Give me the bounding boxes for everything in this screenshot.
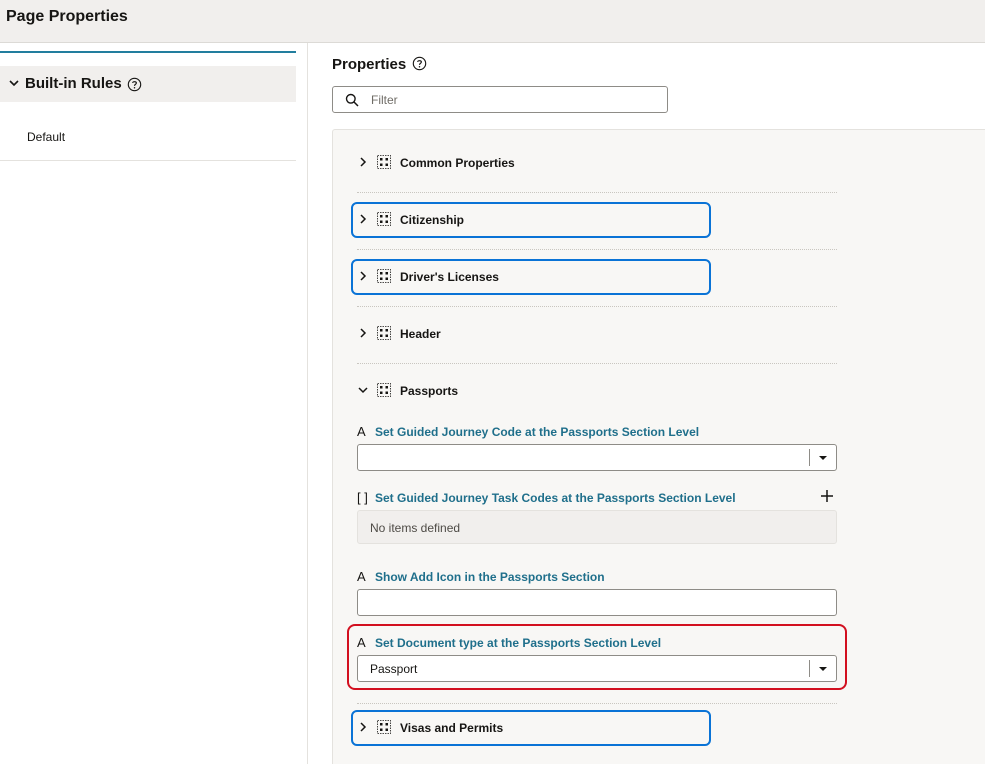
section-visas-and-permits[interactable]: Visas and Permits [357, 713, 837, 743]
properties-list: Common Properties Citizenship Driver's L… [332, 129, 985, 764]
section-drivers-licenses[interactable]: Driver's Licenses [357, 262, 837, 292]
section-label: Common Properties [400, 156, 515, 170]
text-icon: A [357, 569, 366, 584]
group-icon [377, 326, 391, 340]
page-title: Page Properties [6, 8, 128, 25]
field-label-guided-journey-task-codes: [ ] Set Guided Journey Task Codes at the … [357, 490, 736, 505]
group-icon [377, 212, 391, 226]
chevron-right-icon [360, 157, 367, 167]
array-icon: [ ] [357, 490, 368, 505]
divider [357, 363, 837, 364]
section-label: Visas and Permits [400, 721, 504, 735]
section-label: Driver's Licenses [400, 270, 499, 284]
chevron-down-icon [358, 387, 368, 394]
guided-journey-code-select[interactable] [357, 444, 837, 471]
divider [357, 192, 837, 193]
help-icon[interactable] [412, 56, 427, 71]
divider [357, 306, 837, 307]
left-panel: Built-in Rules Default [0, 43, 308, 764]
text-icon: A [357, 635, 366, 650]
field-label-document-type: A Set Document type at the Passports Sect… [357, 635, 662, 650]
built-in-rules-header[interactable]: Built-in Rules [0, 66, 296, 102]
section-header[interactable]: Header [357, 319, 837, 349]
section-citizenship[interactable]: Citizenship [357, 205, 837, 235]
field-label-show-add-icon: A Show Add Icon in the Passports Section [357, 569, 605, 584]
section-label: Header [400, 327, 441, 341]
top-bar: Page Properties [0, 0, 985, 43]
chevron-right-icon [360, 722, 367, 732]
add-icon[interactable] [819, 488, 835, 504]
chevron-right-icon [360, 328, 367, 338]
task-codes-list: No items defined [357, 510, 837, 544]
document-type-select[interactable]: Passport [357, 655, 837, 682]
built-in-rules-label: Built-in Rules [25, 75, 122, 92]
chevron-right-icon [360, 214, 367, 224]
section-common-properties[interactable]: Common Properties [357, 148, 837, 178]
section-passports[interactable]: Passports [357, 376, 837, 406]
text-icon: A [357, 424, 366, 439]
select-value: Passport [370, 662, 418, 676]
select-divider [809, 449, 810, 466]
field-label-guided-journey-code: A Set Guided Journey Code at the Passport… [357, 424, 700, 439]
filter-field [332, 86, 668, 113]
left-accent-bar [0, 51, 296, 53]
select-divider [809, 660, 810, 677]
group-icon [377, 155, 391, 169]
rule-item-default[interactable]: Default [27, 130, 65, 144]
group-icon [377, 720, 391, 734]
section-label: Passports [400, 384, 459, 398]
divider [357, 703, 837, 704]
chevron-down-icon [9, 80, 19, 87]
group-icon [377, 269, 391, 283]
search-icon [345, 93, 359, 107]
show-add-icon-input[interactable] [357, 589, 837, 616]
properties-panel: Properties Common Properties Citizenship… [308, 43, 985, 764]
caret-down-icon[interactable] [818, 453, 828, 463]
caret-down-icon[interactable] [818, 664, 828, 674]
empty-list-text: No items defined [370, 521, 461, 535]
group-icon [377, 383, 391, 397]
section-label: Citizenship [400, 213, 465, 227]
divider [357, 249, 837, 250]
properties-title: Properties [332, 56, 407, 73]
help-icon[interactable] [127, 77, 142, 92]
chevron-right-icon [360, 271, 367, 281]
filter-input[interactable] [371, 91, 651, 109]
divider [0, 160, 296, 161]
